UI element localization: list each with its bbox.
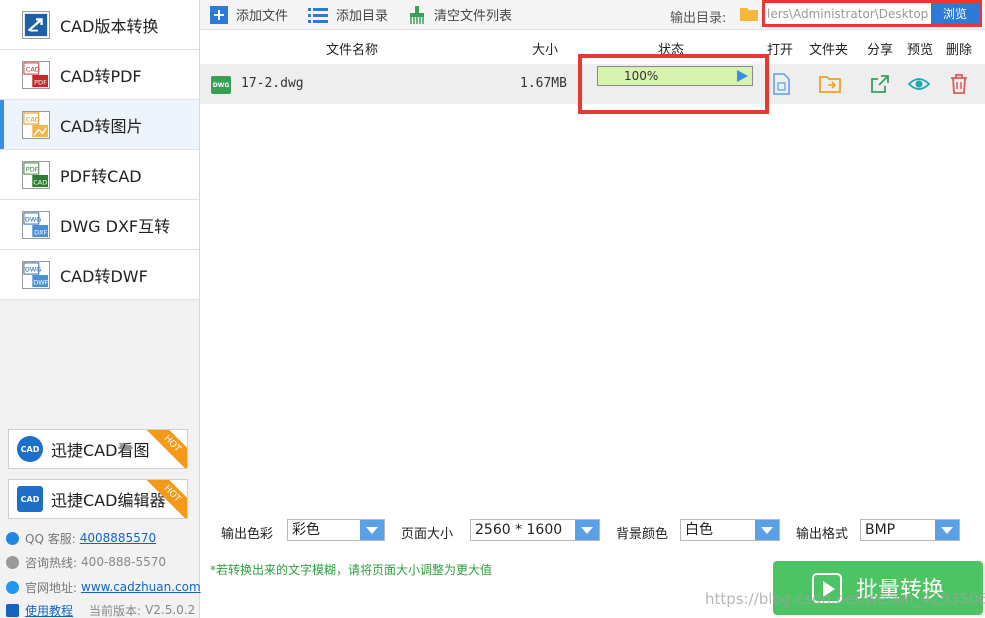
- hotline: 咨询热线: 400-888-5570: [6, 553, 166, 571]
- folder-icon: [740, 8, 758, 21]
- promo-label: 迅捷CAD看图: [51, 441, 150, 460]
- headset-icon: [6, 555, 19, 569]
- chevron-down-icon: [360, 520, 384, 540]
- col-delete: 删除: [946, 43, 973, 58]
- cad-to-pdf-icon: CAD PDF: [22, 60, 50, 89]
- chevron-down-icon: [935, 520, 959, 540]
- tutorial-version: 使用教程 当前版本: V2.5.0.2: [6, 601, 195, 618]
- share-icon[interactable]: [869, 73, 891, 95]
- dwg-file-icon: DWG: [211, 76, 231, 94]
- col-preview: 预览: [907, 43, 934, 58]
- promo-cad-editor[interactable]: CAD 迅捷CAD编辑器 HOT: [8, 479, 188, 519]
- promo-label: 迅捷CAD编辑器: [51, 491, 166, 510]
- clear-list-button[interactable]: 清空文件列表: [408, 5, 512, 24]
- bg-color-label: 背景颜色: [616, 527, 669, 542]
- format-select[interactable]: BMP: [860, 519, 960, 541]
- sidebar-item-label: PDF转CAD: [60, 166, 142, 186]
- cad-to-dwf-icon: DWG DWF: [22, 260, 50, 289]
- file-size: 1.67MB: [520, 76, 567, 91]
- play-icon: [811, 573, 842, 603]
- sidebar-item-dwg-dxf[interactable]: DWG DXF DWG DXF互转: [0, 200, 199, 250]
- add-folder-button[interactable]: 添加目录: [308, 5, 388, 24]
- sidebar-item-label: DWG DXF互转: [60, 216, 171, 236]
- svg-text:DWG: DWG: [25, 215, 41, 223]
- col-share: 分享: [867, 43, 894, 58]
- status-highlight: 100%: [578, 54, 769, 114]
- cad-to-image-icon: CAD: [22, 110, 50, 139]
- dwg-dxf-icon: DWG DXF: [22, 210, 50, 239]
- promo-cad-viewer[interactable]: CAD 迅捷CAD看图 HOT: [8, 429, 188, 469]
- book-icon: [6, 603, 19, 617]
- add-file-icon: [210, 5, 228, 24]
- sidebar-item-cad-to-dwf[interactable]: DWG DWF CAD转DWF: [0, 250, 199, 300]
- svg-text:PDF: PDF: [26, 165, 39, 173]
- broom-icon: [410, 5, 425, 24]
- website: 官网地址: www.cadzhuan.com: [6, 578, 201, 596]
- svg-text:CAD: CAD: [26, 115, 40, 123]
- sidebar-item-label: CAD转图片: [60, 116, 143, 136]
- delete-trash-icon[interactable]: [948, 73, 970, 95]
- sidebar-item-label: CAD转DWF: [60, 266, 148, 286]
- browse-button[interactable]: 浏览: [931, 3, 979, 24]
- qq-icon: [6, 531, 19, 545]
- col-folder: 文件夹: [809, 43, 849, 58]
- svg-text:DWF: DWF: [33, 278, 48, 286]
- chevron-down-icon: [755, 520, 779, 540]
- sidebar-item-label: CAD版本转换: [60, 16, 159, 36]
- bg-color-select[interactable]: 白色: [680, 519, 780, 541]
- table-row[interactable]: DWG 17-2.dwg 1.67MB 100%: [200, 54, 985, 114]
- preview-eye-icon[interactable]: [908, 73, 930, 95]
- toolbar: 添加文件 添加目录 清空文件列表 输出目录: 浏览: [200, 0, 985, 30]
- progress-text: 100%: [624, 69, 659, 83]
- svg-text:CAD: CAD: [26, 65, 40, 73]
- cad-editor-icon: CAD: [17, 486, 43, 512]
- color-select[interactable]: 彩色: [287, 519, 385, 541]
- tutorial-link[interactable]: 使用教程: [25, 602, 73, 618]
- output-dir-label: 输出目录:: [670, 11, 727, 26]
- svg-text:DXF: DXF: [34, 228, 47, 236]
- open-file-icon[interactable]: [770, 73, 792, 95]
- sidebar: CAD版本转换 CAD PDF CAD转PDF CAD CAD转图片 PDF CAD…: [0, 0, 201, 618]
- col-name: 文件名称: [326, 43, 379, 58]
- cad-version-icon: [22, 10, 50, 39]
- page-size-select[interactable]: 2560 * 1600: [470, 519, 600, 541]
- color-label: 输出色彩: [221, 527, 274, 542]
- browser-icon: [6, 580, 19, 594]
- progress-fill: [598, 67, 752, 85]
- page-size-label: 页面大小: [401, 527, 454, 542]
- qq-support: QQ 客服: 4008885570: [6, 529, 156, 547]
- svg-text:CAD: CAD: [33, 178, 47, 186]
- batch-convert-button[interactable]: 批量转换: [773, 561, 983, 615]
- pdf-to-cad-icon: PDF CAD: [22, 160, 50, 189]
- svg-text:DWG: DWG: [25, 265, 41, 273]
- sidebar-item-cad-to-image[interactable]: CAD CAD转图片: [0, 100, 199, 150]
- hot-badge: HOT: [144, 430, 187, 468]
- chevron-down-icon: [575, 520, 599, 540]
- sidebar-item-cad-version[interactable]: CAD版本转换: [0, 0, 199, 50]
- open-folder-icon[interactable]: [819, 73, 841, 95]
- add-file-button[interactable]: 添加文件: [210, 5, 288, 24]
- output-path-box: 浏览: [762, 0, 982, 27]
- website-link[interactable]: www.cadzhuan.com: [81, 580, 201, 594]
- svg-text:PDF: PDF: [34, 78, 47, 86]
- list-icon: [308, 7, 329, 23]
- sidebar-item-cad-to-pdf[interactable]: CAD PDF CAD转PDF: [0, 50, 199, 100]
- file-name: 17-2.dwg: [241, 76, 304, 91]
- qq-link[interactable]: 4008885570: [80, 531, 156, 545]
- sidebar-item-label: CAD转PDF: [60, 66, 142, 86]
- col-size: 大小: [532, 43, 559, 58]
- tip-text: *若转换出来的文字模糊，请将页面大小调整为更大值: [210, 563, 493, 577]
- output-options: 输出色彩 彩色 页面大小 2560 * 1600 背景颜色 白色 输出格式 BM…: [200, 512, 985, 548]
- sidebar-item-pdf-to-cad[interactable]: PDF CAD PDF转CAD: [0, 150, 199, 200]
- progress-bar: 100%: [597, 66, 753, 86]
- output-path-input[interactable]: [765, 3, 931, 24]
- cad-viewer-icon: CAD: [17, 436, 43, 462]
- format-label: 输出格式: [796, 527, 849, 542]
- col-open: 打开: [767, 43, 794, 58]
- play-icon[interactable]: [737, 70, 748, 82]
